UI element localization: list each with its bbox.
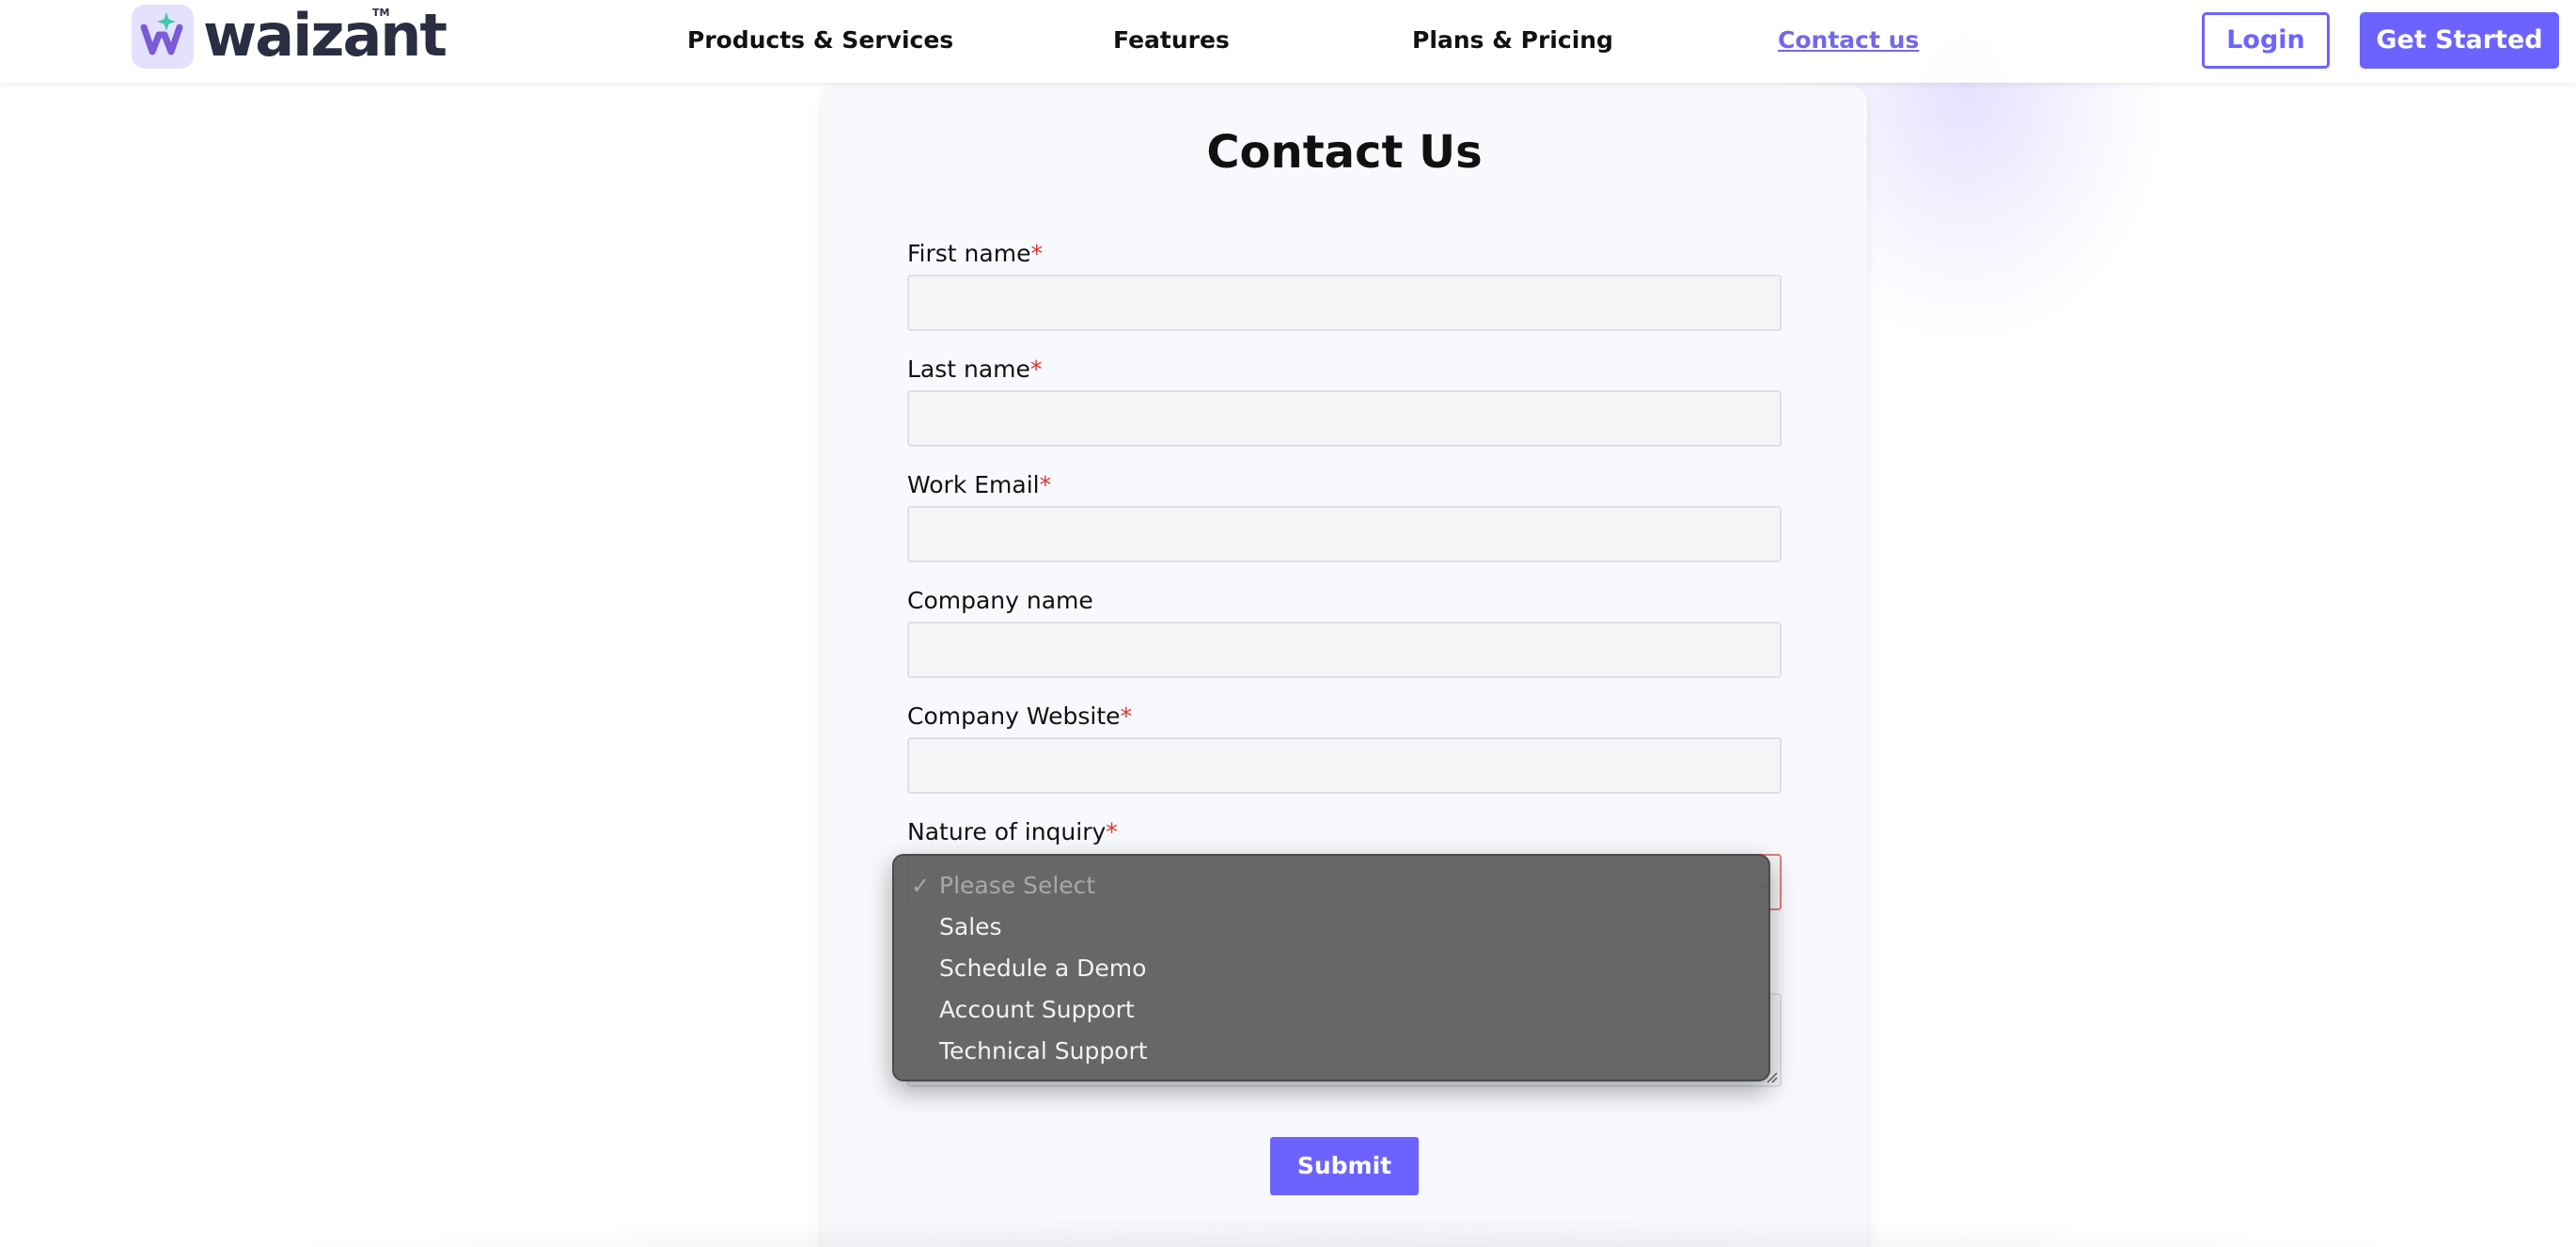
submit-button[interactable]: Submit bbox=[1270, 1137, 1419, 1195]
trademark-mark: TM bbox=[372, 7, 390, 19]
checkmark-icon: ✓ bbox=[911, 873, 931, 899]
site-header: waizant TM Products & Services Features … bbox=[0, 0, 2576, 83]
required-mark: * bbox=[1030, 240, 1043, 267]
work-email-input[interactable] bbox=[907, 506, 1782, 562]
nav-plans-pricing[interactable]: Plans & Pricing bbox=[1412, 24, 1613, 57]
get-started-button[interactable]: Get Started bbox=[2360, 12, 2559, 69]
inquiry-option-please-select[interactable]: Please Select bbox=[939, 867, 1095, 905]
nav-products-services[interactable]: Products & Services bbox=[687, 24, 953, 57]
required-mark: * bbox=[1120, 702, 1133, 730]
inquiry-option-schedule-demo[interactable]: Schedule a Demo bbox=[939, 950, 1146, 987]
brand-name: waizant bbox=[203, 1, 448, 70]
first-name-label: First name* bbox=[907, 240, 1043, 267]
nav-contact-us[interactable]: Contact us bbox=[1778, 24, 1919, 57]
page-title: Contact Us bbox=[1206, 126, 1483, 179]
first-name-input[interactable] bbox=[907, 275, 1782, 331]
last-name-input[interactable] bbox=[907, 390, 1782, 447]
inquiry-label: Nature of inquiry* bbox=[907, 818, 1118, 845]
company-name-input[interactable] bbox=[907, 622, 1782, 678]
required-mark: * bbox=[1029, 355, 1043, 383]
company-website-label: Company Website* bbox=[907, 702, 1133, 730]
company-website-input[interactable] bbox=[907, 737, 1782, 794]
company-name-label: Company name bbox=[907, 587, 1093, 614]
inquiry-dropdown-menu: ✓ Please Select Sales Schedule a Demo Ac… bbox=[892, 854, 1770, 1081]
work-email-label: Work Email* bbox=[907, 471, 1052, 498]
required-mark: * bbox=[1106, 818, 1118, 845]
nav-features[interactable]: Features bbox=[1113, 24, 1230, 57]
inquiry-option-account-support[interactable]: Account Support bbox=[939, 991, 1135, 1029]
required-mark: * bbox=[1039, 471, 1052, 498]
login-button[interactable]: Login bbox=[2202, 12, 2330, 69]
inquiry-option-technical-support[interactable]: Technical Support bbox=[939, 1033, 1148, 1070]
last-name-label: Last name* bbox=[907, 355, 1043, 383]
page: waizant TM Products & Services Features … bbox=[0, 0, 2576, 1247]
inquiry-option-sales[interactable]: Sales bbox=[939, 908, 1002, 946]
brand-logo[interactable]: waizant TM bbox=[132, 5, 448, 71]
w-sparkle-logo-icon bbox=[132, 5, 194, 69]
